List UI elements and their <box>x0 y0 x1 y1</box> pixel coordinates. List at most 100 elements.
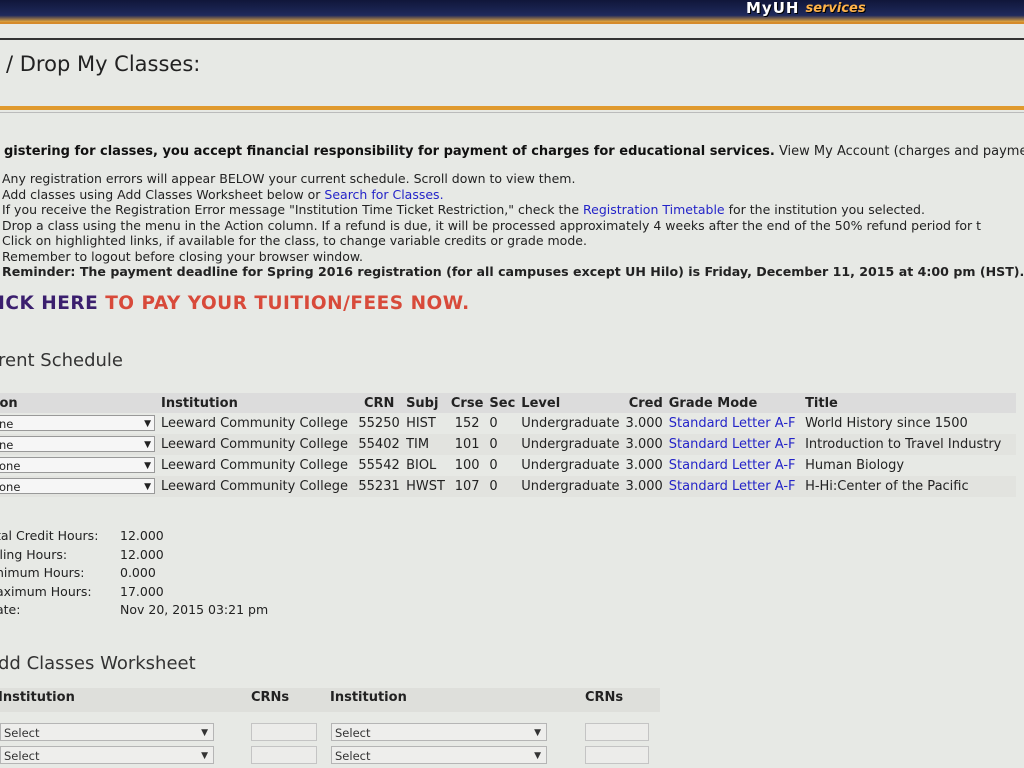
cell-title: H-Hi:Center of the Pacific <box>802 476 1016 497</box>
myuh-services-logo[interactable]: MyUH services <box>746 0 916 19</box>
cell-cred: 3.000 <box>625 458 663 473</box>
cell-institution: Leeward Community College <box>158 434 356 455</box>
action-select[interactable]: ne ▼ <box>0 436 155 452</box>
col-grade-mode: Grade Mode <box>665 393 803 413</box>
action-select-value: ne <box>0 417 14 431</box>
worksheet-col-crns-1: CRNs <box>251 690 290 705</box>
search-for-classes-link[interactable]: Search for Classes. <box>324 187 443 202</box>
totals-value: 12.000 <box>120 528 164 543</box>
instruction-time-ticket-suffix: for the institution you selected. <box>724 202 925 217</box>
table-row: one ▼ Leeward Community College 55542 BIO… <box>0 455 1016 476</box>
worksheet-institution-select[interactable]: Select ▼ <box>331 746 547 764</box>
top-banner: MyUH services <box>0 0 1024 24</box>
financial-responsibility-notice: gistering for classes, you accept financ… <box>4 144 1024 159</box>
minimum-hours: nimum Hours: 0.000 <box>0 564 268 583</box>
select-placeholder: Select <box>4 726 40 740</box>
totals-value: 12.000 <box>120 546 164 562</box>
chevron-down-icon: ▼ <box>534 751 541 761</box>
click-here-text[interactable]: ICK HERE <box>0 293 98 314</box>
instruction-time-ticket: If you receive the Registration Error me… <box>2 202 1024 218</box>
schedule-totals: tal Credit Hours: 12.000 iling Hours: 12.0… <box>0 527 268 620</box>
cell-institution: Leeward Community College <box>161 458 348 473</box>
cell-cred: 3.000 <box>622 434 666 455</box>
title-rule-shadow <box>0 112 1024 113</box>
table-row: one ▼ Leeward Community College 55231 HWS… <box>0 476 1016 497</box>
worksheet-col-institution-2: Institution <box>330 690 407 705</box>
worksheet-col-crns-2: CRNs <box>585 690 624 705</box>
select-placeholder: Select <box>4 749 40 763</box>
cell-subj: HIST <box>406 416 436 431</box>
pay-tuition-link[interactable]: ICK HERE TO PAY YOUR TUITION/FEES NOW. <box>0 293 470 314</box>
worksheet-institution-select[interactable]: Select ▼ <box>0 723 214 741</box>
col-subj: Subj <box>403 393 448 413</box>
table-row: ne ▼ Leeward Community College 55402 TIM … <box>0 434 1016 455</box>
cell-crse: 101 <box>447 434 487 455</box>
instruction-logout: Remember to logout before closing your b… <box>2 248 363 264</box>
chevron-down-icon: ▼ <box>144 461 151 471</box>
grade-mode-link[interactable]: Standard Letter A-F <box>669 458 796 473</box>
worksheet-col-institution-1: Institution <box>0 690 75 705</box>
registration-instructions: Any registration errors will appear BELO… <box>2 171 1024 280</box>
action-select[interactable]: one ▼ <box>0 478 155 494</box>
registration-timetable-link[interactable]: Registration Timetable <box>583 202 725 217</box>
totals-value: Nov 20, 2015 03:21 pm <box>120 602 269 618</box>
cell-crse: 152 <box>454 416 480 431</box>
cell-level: Undergraduate <box>521 416 620 431</box>
title-rule <box>0 106 1024 110</box>
cell-institution: Leeward Community College <box>158 476 356 497</box>
worksheet-crn-input[interactable] <box>251 723 317 741</box>
totals-label: tal Credit Hours: <box>0 528 99 543</box>
totals-label: nimum Hours: <box>0 565 85 581</box>
chevron-down-icon: ▼ <box>201 728 208 738</box>
worksheet-institution-select[interactable]: Select ▼ <box>0 746 214 764</box>
cell-institution: Leeward Community College <box>161 416 348 431</box>
cell-title: World History since 1500 <box>805 416 968 431</box>
instruction-time-ticket-text: If you receive the Registration Error me… <box>2 202 583 217</box>
totals-label: iling Hours: <box>0 546 68 562</box>
current-schedule-title: rent Schedule <box>0 350 123 371</box>
totals-label: ate: <box>0 602 21 618</box>
current-schedule-table: ion Institution CRN Subj Crse Sec Level … <box>0 393 1016 497</box>
cell-crn: 55542 <box>358 458 400 473</box>
payment-reminder: Reminder: The payment deadline for Sprin… <box>2 264 1024 279</box>
chevron-down-icon: ▼ <box>534 728 541 738</box>
cell-subj: BIOL <box>406 458 437 473</box>
chevron-down-icon: ▼ <box>144 419 151 429</box>
col-institution: Institution <box>158 393 356 413</box>
col-level: Level <box>518 393 623 413</box>
pay-tuition-text[interactable]: TO PAY YOUR TUITION/FEES NOW. <box>98 293 469 314</box>
grade-mode-link[interactable]: Standard Letter A-F <box>669 437 796 452</box>
action-select[interactable]: one ▼ <box>0 457 155 473</box>
chevron-down-icon: ▼ <box>144 440 151 450</box>
worksheet-crn-input[interactable] <box>585 746 649 764</box>
grade-mode-link[interactable]: Standard Letter A-F <box>669 416 796 431</box>
cell-crse: 100 <box>454 458 480 473</box>
header-divider <box>0 38 1024 40</box>
select-placeholder: Select <box>335 726 371 740</box>
cell-cred: 3.000 <box>625 416 663 431</box>
select-placeholder: Select <box>335 749 371 763</box>
cell-subj: HWST <box>403 476 448 497</box>
worksheet-crn-input[interactable] <box>251 746 317 764</box>
cell-level: Undergraduate <box>518 434 623 455</box>
action-select[interactable]: ne ▼ <box>0 415 155 431</box>
col-action: ion <box>0 393 158 413</box>
cell-title: Introduction to Travel Industry <box>802 434 1016 455</box>
grade-mode-link[interactable]: Standard Letter A-F <box>669 479 796 494</box>
cell-subj: TIM <box>403 434 448 455</box>
totals-value: 17.000 <box>120 583 164 599</box>
col-crse: Crse <box>447 393 487 413</box>
action-select-value: one <box>0 459 21 473</box>
chevron-down-icon: ▼ <box>201 751 208 761</box>
worksheet-crn-input[interactable] <box>585 723 649 741</box>
cell-level: Undergraduate <box>521 458 620 473</box>
cell-sec: 0 <box>486 434 519 455</box>
instruction-add-classes: Add classes using Add Classes Worksheet … <box>2 187 1024 203</box>
cell-crn: 55402 <box>355 434 404 455</box>
totals-label: aximum Hours: <box>0 583 92 599</box>
cell-crn: 55231 <box>355 476 404 497</box>
worksheet-institution-select[interactable]: Select ▼ <box>331 723 547 741</box>
add-classes-worksheet-title: dd Classes Worksheet <box>0 653 196 674</box>
schedule-header-row: ion Institution CRN Subj Crse Sec Level … <box>0 393 1016 413</box>
instruction-add-text: Add classes using Add Classes Worksheet … <box>2 186 325 202</box>
